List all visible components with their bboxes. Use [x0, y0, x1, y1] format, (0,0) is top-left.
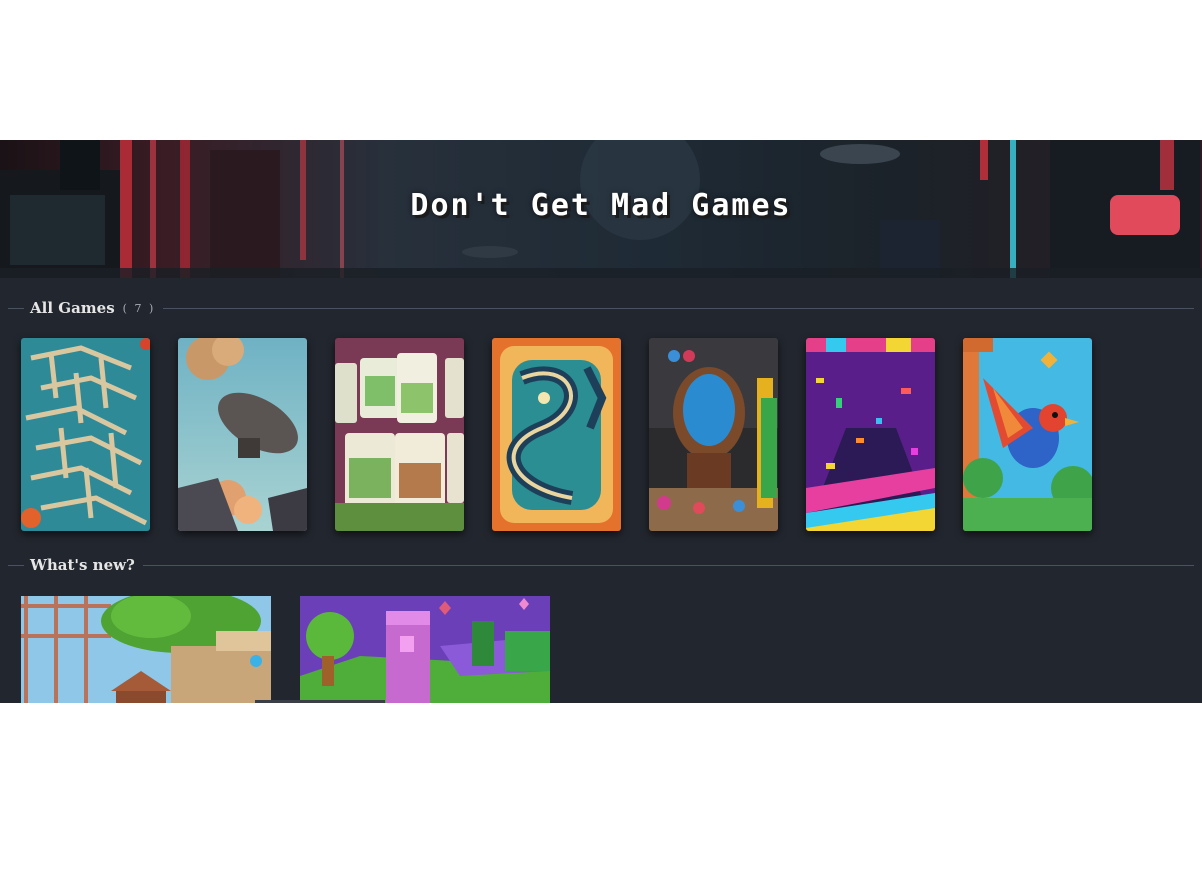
all-games-list	[21, 338, 1092, 531]
whats-new-header: What's new?	[8, 553, 1194, 577]
airship-thumbnail	[178, 338, 307, 531]
game-card-egg[interactable]	[649, 338, 778, 531]
snake-thumbnail	[492, 338, 621, 531]
confetti-thumbnail	[806, 338, 935, 531]
divider-line	[163, 307, 1194, 309]
game-card-solitaire[interactable]	[335, 338, 464, 531]
game-card-airship[interactable]	[178, 338, 307, 531]
treehouse-thumbnail	[21, 596, 271, 703]
whats-new-list	[21, 596, 550, 703]
voxel-tower-thumbnail	[300, 596, 550, 703]
game-card-maze[interactable]	[21, 338, 150, 531]
egg-thumbnail	[649, 338, 778, 531]
divider-line	[142, 564, 1194, 566]
game-card-snakes[interactable]	[492, 338, 621, 531]
all-games-count: ( 7 )	[122, 301, 156, 315]
game-card-bird[interactable]	[963, 338, 1092, 531]
news-card-voxel-tower[interactable]	[300, 596, 550, 703]
whats-new-title: What's new?	[30, 556, 135, 574]
header-banner: Don't Get Mad Games	[0, 140, 1202, 278]
maze-thumbnail	[21, 338, 150, 531]
bird-thumbnail	[963, 338, 1092, 531]
all-games-header: All Games ( 7 )	[8, 296, 1194, 320]
divider-line	[8, 307, 24, 309]
app-window: Don't Get Mad Games All Games ( 7 ) What…	[0, 140, 1202, 703]
cards-thumbnail	[335, 338, 464, 531]
site-title: Don't Get Mad Games	[410, 188, 792, 223]
all-games-title: All Games	[30, 299, 115, 317]
divider-line	[8, 564, 24, 566]
game-card-confetti[interactable]	[806, 338, 935, 531]
horizontal-scrollbar[interactable]	[255, 700, 385, 703]
news-card-treehouse[interactable]	[21, 596, 271, 703]
